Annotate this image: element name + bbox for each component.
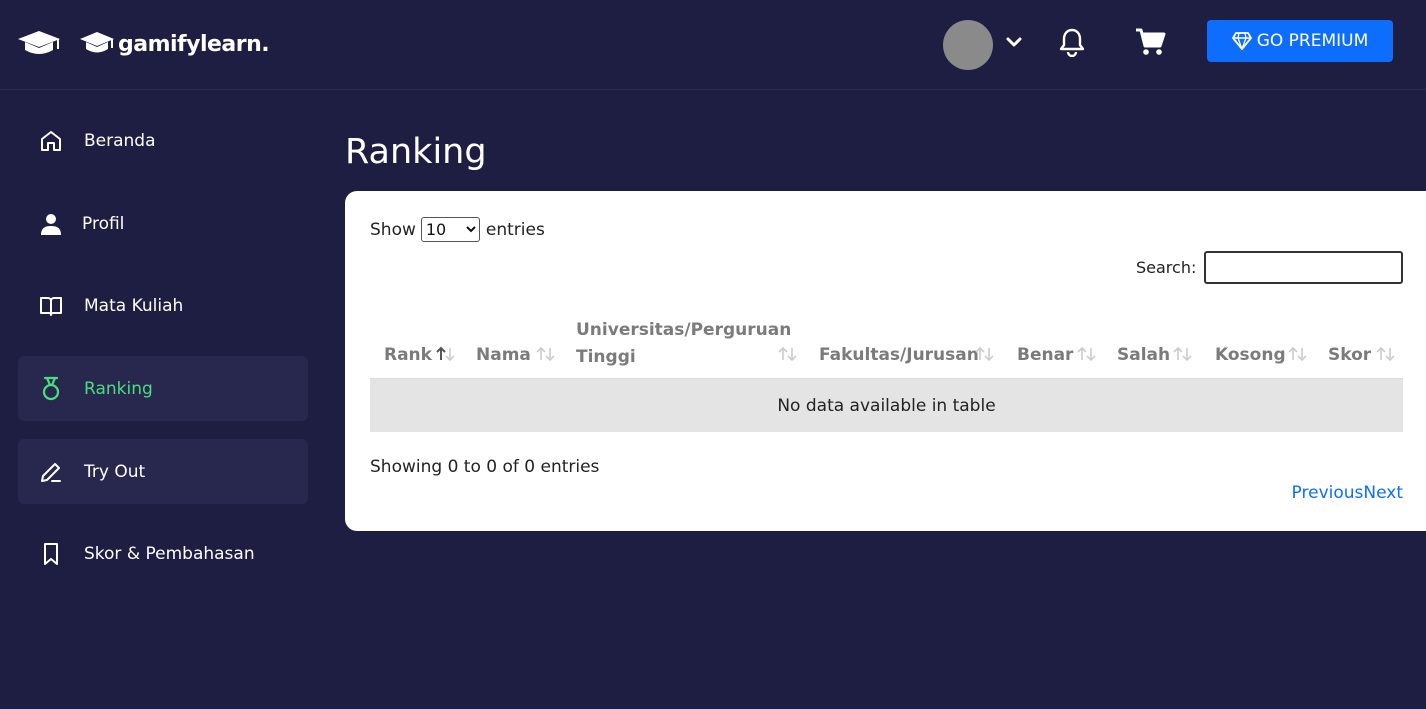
empty-message: No data available in table bbox=[777, 395, 996, 416]
sort-icon bbox=[1173, 346, 1192, 362]
entries-label: entries bbox=[485, 219, 545, 240]
pagination: Previous Next bbox=[1292, 483, 1403, 503]
brand-name: gamifylearn. bbox=[118, 31, 270, 57]
column-header-skor[interactable]: Skor bbox=[1328, 309, 1396, 379]
sort-icon bbox=[1376, 346, 1395, 362]
sidebar-item-label: Mata Kuliah bbox=[84, 295, 184, 316]
medal-icon bbox=[38, 376, 64, 402]
sort-icon bbox=[536, 346, 555, 362]
book-icon bbox=[38, 293, 64, 319]
column-header-label: Salah bbox=[1117, 345, 1171, 365]
column-header-label: Rank bbox=[384, 345, 432, 365]
cart-icon[interactable] bbox=[1134, 27, 1166, 57]
sidebar-item-profil[interactable]: Profil bbox=[18, 191, 308, 256]
sidebar-item-beranda[interactable]: Beranda bbox=[18, 108, 308, 173]
column-header-rank[interactable]: Rank bbox=[384, 309, 456, 379]
sidebar-item-label: Profil bbox=[82, 213, 125, 234]
sort-icon bbox=[778, 346, 797, 362]
previous-button[interactable]: Previous bbox=[1292, 483, 1364, 503]
column-header-label: Nama bbox=[476, 345, 531, 365]
sidebar-item-skor-pembahasan[interactable]: Skor & Pembahasan bbox=[18, 521, 308, 586]
go-premium-button[interactable]: GO PREMIUM bbox=[1207, 20, 1393, 62]
column-header-label: Kosong bbox=[1215, 345, 1286, 365]
page-length-select[interactable]: 10 25 50 100 bbox=[420, 217, 480, 242]
pencil-icon bbox=[38, 459, 64, 485]
column-header-benar[interactable]: Benar bbox=[1017, 309, 1097, 379]
ranking-table-card: Show 10 25 50 100 entries Search: Rank N… bbox=[345, 191, 1426, 531]
column-header-label: Fakultas/Jurusan bbox=[819, 345, 979, 365]
column-header-salah[interactable]: Salah bbox=[1117, 309, 1193, 379]
brand-logo[interactable]: gamifylearn. bbox=[80, 27, 270, 61]
go-premium-label: GO PREMIUM bbox=[1256, 31, 1369, 51]
chevron-down-icon[interactable] bbox=[1003, 31, 1025, 53]
search-label: Search: bbox=[1136, 258, 1197, 277]
column-header-fakultas[interactable]: Fakultas/Jurusan bbox=[819, 309, 995, 379]
search-control: Search: bbox=[1136, 251, 1404, 284]
avatar[interactable] bbox=[943, 20, 993, 70]
diamond-icon bbox=[1231, 32, 1252, 50]
column-header-universitas[interactable]: Universitas/Perguruan Tinggi bbox=[576, 309, 798, 379]
sidebar-item-ranking[interactable]: Ranking bbox=[18, 356, 308, 421]
column-header-label: Benar bbox=[1017, 345, 1074, 365]
sort-icon bbox=[1288, 346, 1307, 362]
column-header-label: Skor bbox=[1328, 345, 1372, 365]
sort-icon bbox=[975, 346, 994, 362]
user-icon bbox=[38, 211, 64, 237]
sidebar-item-label: Skor & Pembahasan bbox=[84, 543, 255, 564]
home-icon bbox=[38, 128, 64, 154]
column-header-label: Universitas/Perguruan Tinggi bbox=[576, 320, 792, 367]
sidebar-item-label: Try Out bbox=[84, 461, 146, 482]
table-info: Showing 0 to 0 of 0 entries bbox=[370, 457, 600, 477]
empty-table-row: No data available in table bbox=[370, 379, 1403, 432]
sidebar-item-try-out[interactable]: Try Out bbox=[18, 439, 308, 504]
bell-icon[interactable] bbox=[1058, 27, 1086, 58]
top-header: gamifylearn. GO PREMIUM bbox=[0, 0, 1426, 90]
graduation-cap-icon bbox=[80, 32, 114, 53]
sort-ascending-icon bbox=[436, 346, 455, 362]
search-input[interactable] bbox=[1204, 251, 1404, 284]
sidebar-item-label: Ranking bbox=[84, 378, 153, 399]
column-header-nama[interactable]: Nama bbox=[476, 309, 556, 379]
page-title: Ranking bbox=[345, 132, 487, 172]
bookmark-icon bbox=[38, 541, 64, 567]
show-label: Show bbox=[370, 219, 416, 240]
graduation-cap-icon bbox=[18, 30, 62, 60]
page-length-control: Show 10 25 50 100 entries bbox=[370, 217, 545, 242]
sort-icon bbox=[1077, 346, 1096, 362]
column-header-kosong[interactable]: Kosong bbox=[1215, 309, 1308, 379]
sidebar-item-mata-kuliah[interactable]: Mata Kuliah bbox=[18, 273, 308, 338]
sidebar-item-label: Beranda bbox=[84, 130, 156, 151]
next-button[interactable]: Next bbox=[1363, 483, 1403, 503]
table-header: Rank Nama Universitas/Perguruan Tinggi F… bbox=[370, 309, 1403, 379]
